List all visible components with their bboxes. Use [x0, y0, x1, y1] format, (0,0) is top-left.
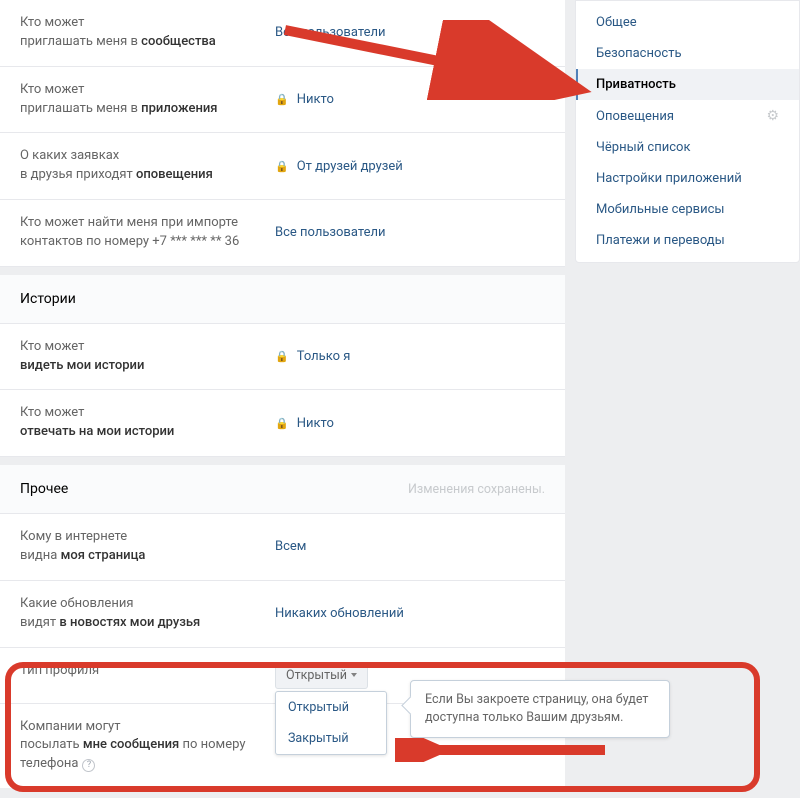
lock-icon: 🔒 [275, 93, 289, 106]
profile-type-option-closed[interactable]: Закрытый [276, 723, 386, 754]
section-title-other: Прочее Изменения сохранены. [0, 457, 565, 514]
sidebar-item-notifications[interactable]: Оповещения ⚙ [576, 100, 799, 132]
value-invite-apps[interactable]: 🔒 Никто [275, 92, 334, 107]
lock-icon: 🔒 [275, 160, 289, 173]
value-invite-groups[interactable]: Все пользователи [275, 25, 386, 40]
label-invite-groups: Кто может приглашать меня в сообщества [20, 14, 275, 52]
row-stories-reply[interactable]: Кто может отвечать на мои истории 🔒 Никт… [0, 389, 565, 456]
saved-text: Изменения сохранены. [408, 482, 545, 497]
label-stories-see: Кто может видеть мои истории [20, 338, 275, 376]
label-page-visible: Кому в интернете видна моя страница [20, 528, 275, 566]
row-friend-req-notif[interactable]: О каких заявках в друзья приходят оповещ… [0, 132, 565, 199]
label-companies-msg: Компании могут посылать мне сообщения по… [20, 718, 275, 775]
row-invite-apps[interactable]: Кто может приглашать меня в приложения 🔒… [0, 66, 565, 133]
chevron-down-icon [351, 673, 357, 677]
label-stories-reply: Кто может отвечать на мои истории [20, 404, 275, 442]
value-find-by-phone[interactable]: Все пользователи [275, 225, 386, 240]
label-friend-req-notif: О каких заявках в друзья приходят оповещ… [20, 147, 275, 185]
lock-icon: 🔒 [275, 350, 289, 363]
value-stories-see[interactable]: 🔒 Только я [275, 349, 350, 364]
lock-icon: 🔒 [275, 417, 289, 430]
label-feed-updates: Какие обновления видят в новостях мои др… [20, 595, 275, 633]
value-feed-updates[interactable]: Никаких обновлений [275, 606, 404, 621]
sidebar-item-blacklist[interactable]: Чёрный список [576, 132, 799, 163]
value-page-visible[interactable]: Всем [275, 539, 306, 554]
label-find-by-phone: Кто может найти меня при импорте контакт… [20, 214, 275, 252]
row-invite-groups[interactable]: Кто может приглашать меня в сообщества В… [0, 0, 565, 66]
row-page-visible[interactable]: Кому в интернете видна моя страница Всем [0, 514, 565, 580]
label-invite-apps: Кто может приглашать меня в приложения [20, 81, 275, 119]
sidebar-item-general[interactable]: Общее [576, 7, 799, 38]
sidebar-item-mobile[interactable]: Мобильные сервисы [576, 194, 799, 225]
value-stories-reply[interactable]: 🔒 Никто [275, 416, 334, 431]
sidebar-item-security[interactable]: Безопасность [576, 38, 799, 69]
profile-type-tooltip: Если Вы закроете страницу, она будет дос… [410, 680, 670, 738]
row-find-by-phone[interactable]: Кто может найти меня при импорте контакт… [0, 199, 565, 266]
row-feed-updates[interactable]: Какие обновления видят в новостях мои др… [0, 580, 565, 647]
profile-type-option-open[interactable]: Открытый [276, 692, 386, 723]
label-profile-type: Тип профиля [20, 662, 275, 681]
sidebar-item-payments[interactable]: Платежи и переводы [576, 225, 799, 256]
sidebar-item-app-settings[interactable]: Настройки приложений [576, 163, 799, 194]
profile-type-menu: Открытый Закрытый [275, 691, 387, 755]
row-stories-see[interactable]: Кто может видеть мои истории 🔒 Только я [0, 324, 565, 390]
help-icon[interactable]: ? [82, 759, 95, 772]
gear-icon[interactable]: ⚙ [766, 108, 779, 124]
section-title-stories: Истории [0, 267, 565, 324]
value-friend-req-notif[interactable]: 🔒 От друзей друзей [275, 159, 403, 174]
sidebar-item-privacy[interactable]: Приватность [576, 69, 799, 100]
profile-type-dropdown[interactable]: Открытый [275, 662, 368, 689]
settings-nav: Общее Безопасность Приватность Оповещени… [575, 0, 800, 263]
